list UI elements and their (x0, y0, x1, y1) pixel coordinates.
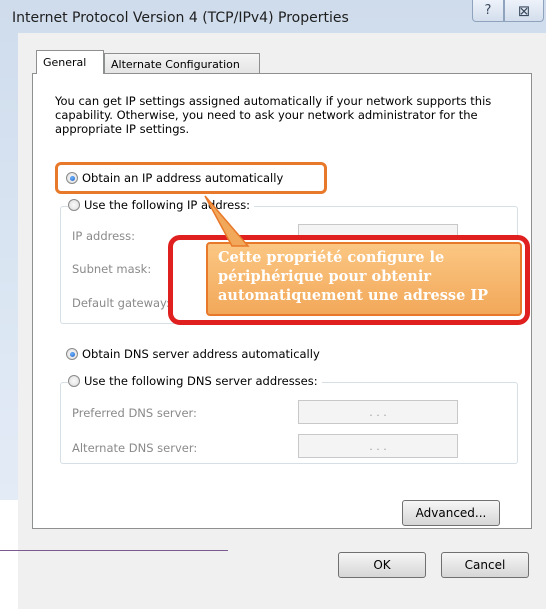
annotation-callout: Cette propriété configure le périphériqu… (206, 242, 522, 316)
callout-line: Cette propriété configure le (218, 249, 445, 266)
radio-selected-icon (66, 348, 78, 360)
window-title: Internet Protocol Version 4 (TCP/IPv4) P… (12, 10, 349, 26)
subnet-mask-label: Subnet mask: (72, 262, 152, 276)
help-icon: ? (484, 3, 492, 18)
preferred-dns-label: Preferred DNS server: (72, 406, 197, 420)
ok-button[interactable]: OK (338, 552, 426, 578)
use-following-dns-radio[interactable]: Use the following DNS server addresses: (68, 374, 322, 388)
advanced-button[interactable]: Advanced... (402, 500, 500, 526)
callout-line: périphérique pour obtenir (218, 268, 431, 285)
close-button[interactable]: ⊠ (504, 0, 544, 22)
callout-line: automatiquement une adresse IP (218, 287, 489, 304)
tab-label: General (43, 56, 87, 69)
divider-line (0, 550, 228, 551)
tab-label: Alternate Configuration (111, 58, 240, 71)
tab-alternate-configuration[interactable]: Alternate Configuration (104, 53, 260, 75)
alternate-dns-label: Alternate DNS server: (72, 441, 198, 455)
tab-general[interactable]: General (36, 50, 104, 74)
use-following-ip-radio[interactable]: Use the following IP address: (68, 198, 255, 212)
cancel-button[interactable]: Cancel (441, 552, 529, 578)
alternate-dns-input[interactable]: . . . (298, 434, 458, 458)
ip-address-label: IP address: (72, 229, 136, 243)
radio-unselected-icon (68, 375, 80, 387)
description-text: You can get IP settings assigned automat… (55, 94, 492, 136)
radio-selected-icon (66, 172, 78, 184)
default-gateway-label: Default gateway: (72, 296, 170, 310)
radio-unselected-icon (68, 199, 80, 211)
preferred-dns-input[interactable]: . . . (298, 400, 458, 424)
close-icon: ⊠ (517, 1, 531, 20)
obtain-ip-auto-radio[interactable]: Obtain an IP address automatically (66, 171, 283, 185)
help-button[interactable]: ? (472, 0, 504, 22)
obtain-dns-auto-radio[interactable]: Obtain DNS server address automatically (66, 347, 320, 361)
